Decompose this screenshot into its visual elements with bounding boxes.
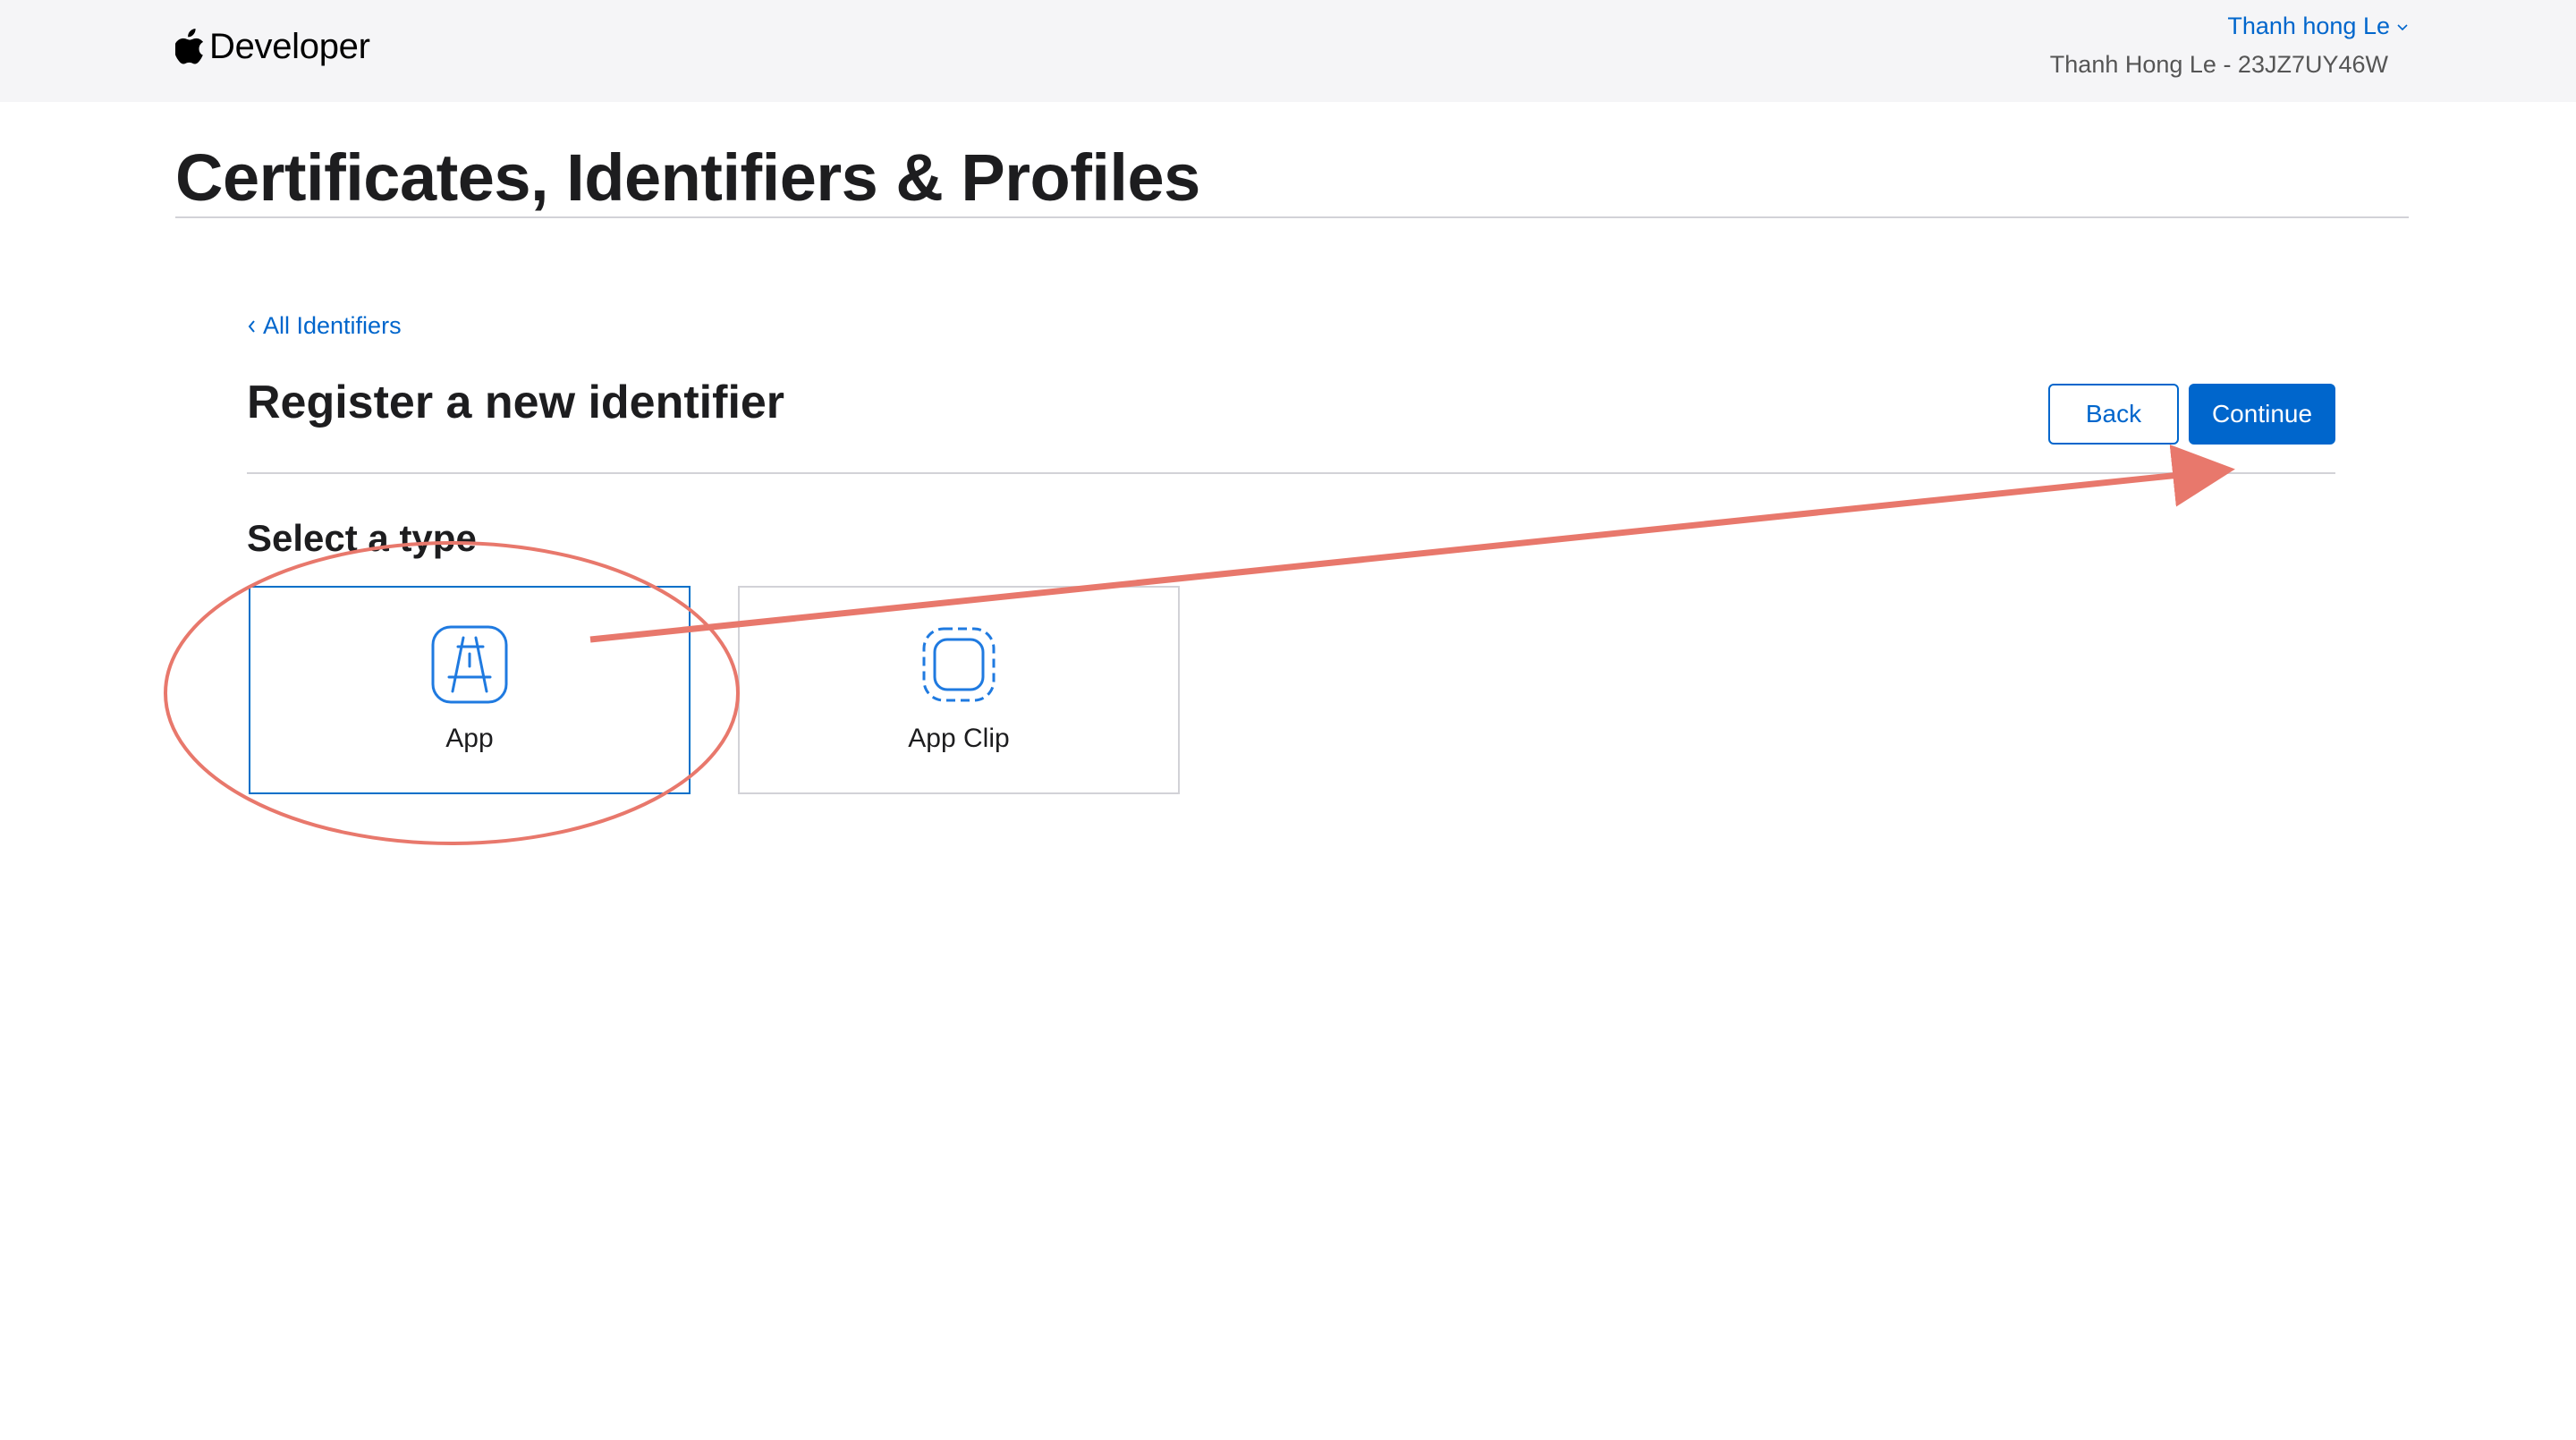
- app-store-icon: [431, 625, 508, 704]
- account-name: Thanh hong Le: [2227, 13, 2390, 39]
- type-card-app[interactable]: App: [249, 586, 691, 794]
- account-menu[interactable]: Thanh hong Le: [2227, 13, 2410, 40]
- account-area: Thanh hong Le Thanh Hong Le - 23JZ7UY46W: [2050, 13, 2410, 79]
- back-button[interactable]: Back: [2048, 384, 2179, 445]
- chevron-left-icon: [248, 319, 255, 333]
- apple-logo-icon: [175, 29, 204, 64]
- continue-button[interactable]: Continue: [2189, 384, 2335, 445]
- developer-logo[interactable]: Developer: [175, 21, 370, 72]
- page-heading: Register a new identifier: [247, 377, 785, 428]
- team-info: Thanh Hong Le - 23JZ7UY46W: [2049, 51, 2388, 78]
- back-link-label: All Identifiers: [263, 312, 402, 339]
- app-clip-icon: [922, 627, 996, 702]
- select-type-label: Select a type: [247, 517, 477, 559]
- chevron-down-icon: [2397, 23, 2408, 30]
- section-title: Certificates, Identifiers & Profiles: [175, 140, 1200, 215]
- type-card-label: App Clip: [908, 724, 1010, 753]
- type-card-app-clip[interactable]: App Clip: [738, 586, 1180, 794]
- all-identifiers-link[interactable]: All Identifiers: [247, 312, 402, 340]
- content-divider: [247, 472, 2335, 474]
- type-card-label: App: [445, 724, 494, 753]
- section-divider: [175, 216, 2409, 218]
- page: Developer Thanh hong Le Thanh Hong Le - …: [0, 0, 2576, 1440]
- global-header: Developer Thanh hong Le Thanh Hong Le - …: [0, 0, 2576, 102]
- brand-text: Developer: [209, 26, 370, 66]
